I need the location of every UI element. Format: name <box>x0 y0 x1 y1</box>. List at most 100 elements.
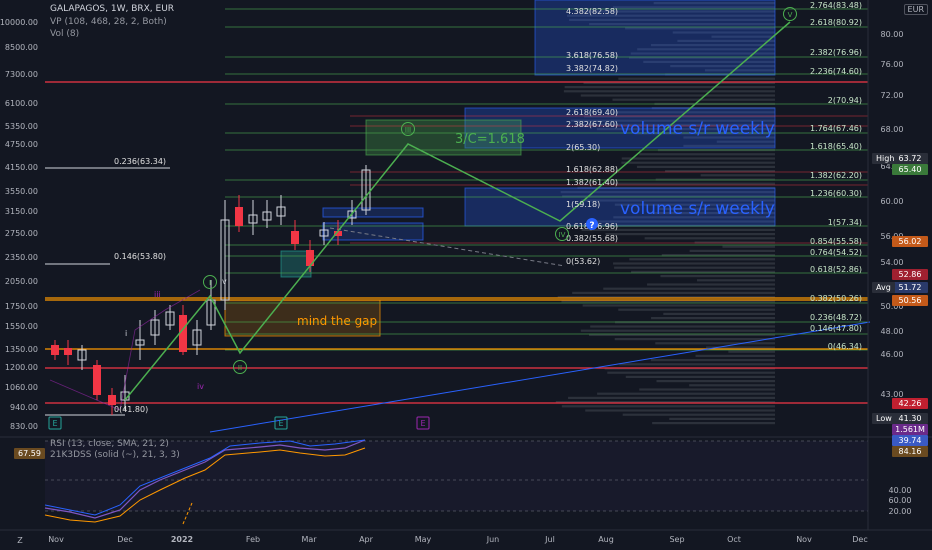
time-axis-label: Dec <box>117 535 132 544</box>
time-axis-label: Nov <box>796 535 812 544</box>
volume-annotation-1: volume s/r weekly <box>620 119 775 139</box>
time-axis-label: Oct <box>727 535 741 544</box>
small-box-1 <box>322 207 424 218</box>
vp-bar <box>621 157 775 160</box>
left-axis-label: 4750.00 <box>5 140 38 149</box>
time-axis-label: Aug <box>598 535 614 544</box>
svg-text:E: E <box>278 419 283 428</box>
vp-bar <box>607 371 775 374</box>
price-tag: 50.56 <box>892 295 928 306</box>
vp-bar <box>700 174 775 177</box>
vp-bar <box>696 279 775 282</box>
vp-bar <box>689 249 775 252</box>
vp-bar <box>597 392 775 395</box>
vp-bar <box>629 258 775 261</box>
vp-bar <box>636 165 775 168</box>
fib-level-label: 1.236(60.30) <box>810 189 862 198</box>
vp-indicator-label[interactable]: VP (108, 468, 28, 2, Both) <box>50 17 167 27</box>
right-axis-label: 80.00 <box>881 30 904 39</box>
fib-level-label: 0.382(50.26) <box>810 294 862 303</box>
fib-level-label: 1.618(65.40) <box>810 142 862 151</box>
vp-bar <box>603 287 775 290</box>
left-fib-label: 0(41.80) <box>114 405 148 414</box>
fib-level-label: 2.764(83.48) <box>810 1 862 10</box>
left-axis-label: 10000.00 <box>0 18 38 27</box>
vp-bar <box>728 350 775 353</box>
left-axis-label: 940.00 <box>10 403 38 412</box>
price-tag: 42.26 <box>892 398 928 409</box>
vp-bar <box>564 86 775 89</box>
rsi-value-tag: 67.59 <box>14 448 45 459</box>
vp-bar <box>650 359 775 362</box>
fib-level-label: 2.236(74.60) <box>810 67 862 76</box>
right-axis-label: 72.00 <box>881 91 904 100</box>
right-axis-label: 60.00 <box>881 197 904 206</box>
vp-bar <box>625 375 775 378</box>
left-axis-label: 2350.00 <box>5 253 38 262</box>
vp-bar <box>619 363 775 366</box>
vp-bar <box>618 77 775 80</box>
left-axis-label: 8500.00 <box>5 43 38 52</box>
time-axis-label: Jul <box>544 535 555 544</box>
svg-text:V: V <box>788 11 793 19</box>
fib2-level-label: 2(65.30) <box>566 143 600 152</box>
vp-bar <box>621 161 775 164</box>
time-axis-label: Dec <box>852 535 867 544</box>
fib-level-label: 1.764(67.46) <box>810 124 862 133</box>
vp-bar <box>689 384 775 387</box>
chart-canvas[interactable]: 10000.00 8500.00 7300.00 6100.00 5350.00 4750… <box>0 0 932 550</box>
price-tag-label: Avg <box>872 282 895 293</box>
left-fib-label: 0.146(53.80) <box>114 252 166 261</box>
vp-bar <box>656 380 775 383</box>
price-tag: 41.30 <box>892 413 928 424</box>
right-axis-label: 68.00 <box>881 125 904 134</box>
vp-bar <box>652 422 775 425</box>
right-axis-label: 54.00 <box>881 258 904 267</box>
vp-bar <box>639 388 775 391</box>
vp-bar <box>647 283 775 286</box>
right-axis-label: 76.00 <box>881 60 904 69</box>
zoom-button[interactable]: Z <box>17 536 23 545</box>
fib-level-label: 0.146(47.80) <box>810 324 862 333</box>
vp-bar <box>605 233 775 236</box>
fib-level-label: 0.618(52.86) <box>810 265 862 274</box>
fib-level-label: 2.382(76.96) <box>810 48 862 57</box>
left-axis-label: 1060.00 <box>5 383 38 392</box>
vol-indicator-label[interactable]: Vol (8) <box>50 29 79 39</box>
left-axis-label: 5350.00 <box>5 122 38 131</box>
vp-bar <box>582 304 775 307</box>
symbol-title[interactable]: GALAPAGOS, 1W, BRX, EUR <box>50 4 174 14</box>
vp-bar <box>722 245 775 248</box>
right-axis-label: 48.00 <box>881 327 904 336</box>
right-axis-label: 46.00 <box>881 350 904 359</box>
left-axis-label: 1200.00 <box>5 363 38 372</box>
rsi-axis-label: 20.00 <box>889 507 912 516</box>
vp-bar <box>612 98 775 101</box>
rsi-axis-label: 60.00 <box>889 496 912 505</box>
left-axis-label: 2050.00 <box>5 277 38 286</box>
fib2-level-label: 0(53.62) <box>566 257 600 266</box>
price-tag: 1.561M <box>892 424 928 435</box>
currency-button[interactable]: EUR <box>903 4 928 15</box>
svg-text:II: II <box>238 364 242 372</box>
fib2-level-label: 3.382(74.82) <box>566 64 618 73</box>
time-axis-label: Jun <box>486 535 500 544</box>
fib2-level-label: 1(59.18) <box>566 200 600 209</box>
fib-level-label: 0.764(54.52) <box>810 248 862 257</box>
vp-bar <box>618 308 775 311</box>
fib2-level-label: 2.382(67.60) <box>566 120 618 129</box>
left-fib-label: 0.236(63.34) <box>114 157 166 166</box>
left-axis-label: 7300.00 <box>5 70 38 79</box>
fib-level-label: 0.236(48.72) <box>810 313 862 322</box>
vp-bar <box>622 413 775 416</box>
left-axis-label: 2750.00 <box>5 229 38 238</box>
time-axis-label: Apr <box>359 535 374 544</box>
vp-bar <box>561 405 775 408</box>
time-axis-label: Feb <box>246 535 260 544</box>
time-axis-label: Sep <box>669 535 684 544</box>
k3dss-indicator-label[interactable]: 21K3DSS (solid (~), 21, 3, 3) <box>50 450 180 460</box>
time-axis-label: Nov <box>48 535 64 544</box>
fib2-level-label: 0.382(55.68) <box>566 234 618 243</box>
rsi-indicator-label[interactable]: RSI (13, close, SMA, 21, 2) <box>50 439 169 449</box>
fib2-level-label: 1.382(61.40) <box>566 178 618 187</box>
